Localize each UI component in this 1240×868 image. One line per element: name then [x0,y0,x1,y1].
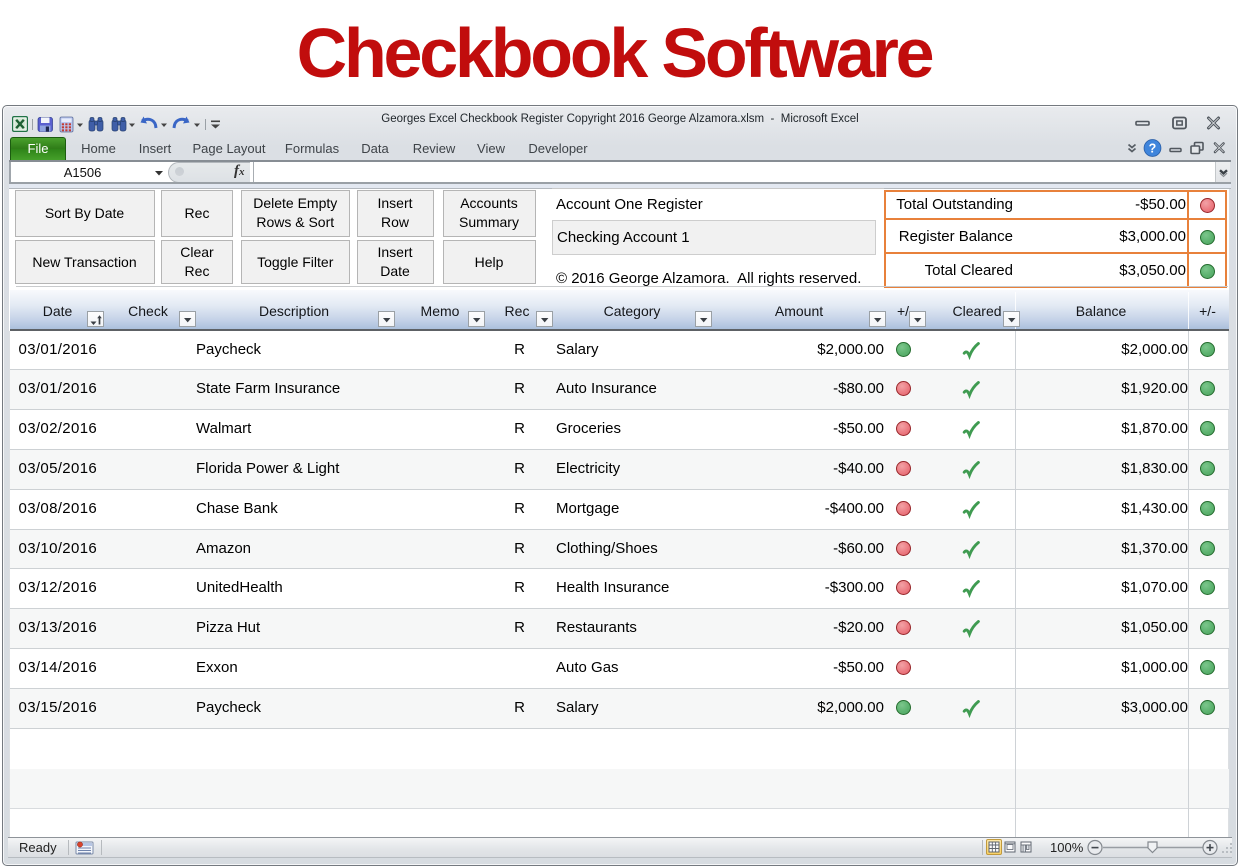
svg-text:?: ? [1149,142,1157,156]
